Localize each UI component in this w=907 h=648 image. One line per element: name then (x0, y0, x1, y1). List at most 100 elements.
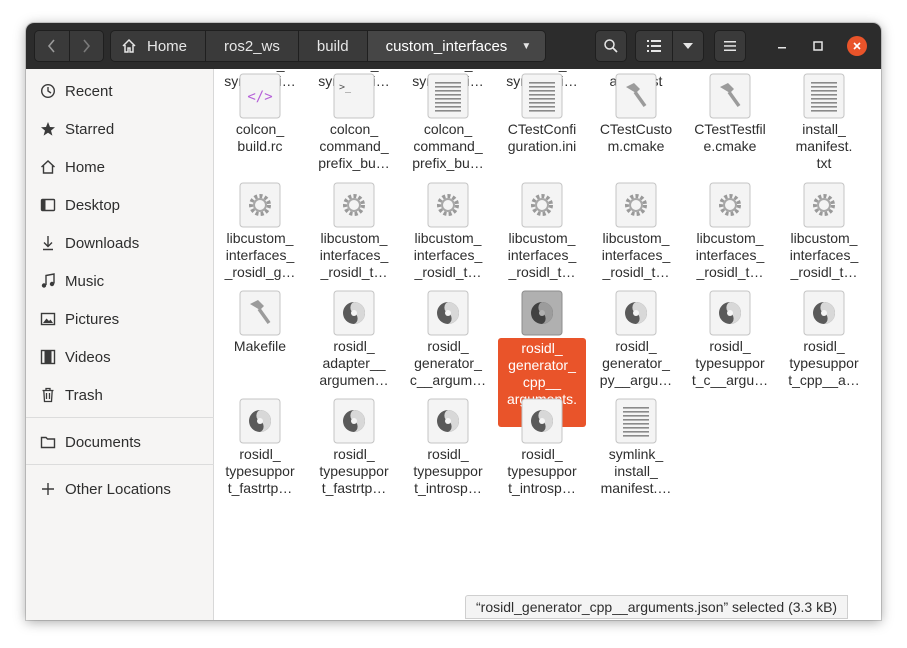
view-dropdown-button[interactable] (672, 31, 703, 61)
sidebar-item-downloads[interactable]: Downloads (26, 225, 214, 261)
close-button[interactable] (847, 36, 867, 56)
breadcrumb-label: ros2_ws (224, 37, 280, 55)
breadcrumb: Home ros2_ws build custom_interfaces ▼ (110, 30, 547, 62)
file-name: libcustom_ interfaces_ _rosidl_t… (789, 230, 859, 280)
json-file-icon (332, 398, 376, 444)
sidebar-item-label: Trash (65, 386, 103, 404)
json-file-icon (426, 398, 470, 444)
home-icon (122, 38, 136, 53)
sidebar-item-desktop[interactable]: Desktop (26, 187, 214, 223)
file-name: libcustom_ interfaces_ _rosidl_t… (507, 230, 577, 280)
header-bar: Home ros2_ws build custom_interfaces ▼ (26, 23, 881, 69)
sidebar-item-videos[interactable]: Videos (26, 339, 214, 375)
breadcrumb-label: build (316, 37, 349, 55)
file-name: rosidl_ typesuppor t_introsp… (413, 446, 483, 496)
sidebar-separator (26, 417, 214, 418)
file-name: colcon_ build.rc (235, 121, 285, 154)
sidebar-item-label: Downloads (65, 234, 140, 252)
text-file-icon (802, 73, 846, 119)
minimize-button[interactable] (772, 36, 792, 56)
gear-file-icon (238, 182, 282, 228)
text-file-icon (426, 73, 470, 119)
svg-text:>_: >_ (339, 82, 352, 93)
breadcrumb-label: Home (147, 37, 188, 55)
gear-file-icon (426, 182, 470, 228)
sidebar-item-home[interactable]: Home (26, 149, 214, 185)
maximize-icon (813, 41, 823, 51)
sidebar-item-label: Documents (65, 433, 141, 451)
file-manager-window: Home ros2_ws build custom_interfaces ▼ R… (26, 23, 881, 620)
back-button[interactable] (35, 31, 69, 61)
file-name: rosidl_ typesuppor t_c__argu… (691, 338, 769, 388)
sidebar-item-trash[interactable]: Trash (26, 377, 214, 413)
sidebar-item-other-locations[interactable]: Other Locations (26, 471, 214, 507)
caret-down-icon (683, 43, 693, 49)
gear-file-icon (614, 182, 658, 228)
plus-icon (40, 481, 56, 497)
code-file-icon: </> (238, 73, 282, 119)
sidebar-item-label: Pictures (65, 310, 120, 328)
music-icon (40, 273, 56, 289)
text-file-icon (614, 398, 658, 444)
videos-icon (40, 349, 56, 365)
star-icon (40, 121, 56, 137)
search-button[interactable] (595, 30, 627, 62)
sidebar-item-music[interactable]: Music (26, 263, 214, 299)
file-name: colcon_ command_ prefix_bu… (318, 121, 390, 171)
file-name: symlink_ install_ manifest.… (600, 446, 672, 496)
caret-down-icon: ▼ (521, 40, 532, 52)
breadcrumb-custom-interfaces[interactable]: custom_interfaces ▼ (367, 31, 546, 61)
file-name: rosidl_ generator_ c__argum… (409, 338, 487, 388)
forward-button[interactable] (68, 31, 103, 61)
file-name: CTestConfi guration.ini (507, 121, 577, 154)
list-view-icon (647, 40, 661, 52)
file-name: CTestTestfil e.cmake (694, 121, 766, 154)
svg-text:</>: </> (247, 89, 272, 105)
sidebar-item-label: Music (65, 272, 105, 290)
hammer-file-icon (708, 73, 752, 119)
breadcrumb-ros2-ws[interactable]: ros2_ws (206, 31, 299, 61)
terminal-file-icon: >_ (332, 73, 376, 119)
file-name: libcustom_ interfaces_ _rosidl_t… (319, 230, 389, 280)
file-name: rosidl_ adapter__ argumen… (319, 338, 389, 388)
menu-button[interactable] (714, 30, 746, 62)
json-file-icon (238, 398, 282, 444)
view-options (635, 30, 704, 62)
json-file-icon (614, 290, 658, 336)
search-icon (604, 39, 618, 53)
file-name: rosidl_ typesuppor t_fastrtp… (225, 446, 295, 496)
hamburger-icon (724, 41, 736, 51)
sidebar-item-label: Starred (65, 120, 115, 138)
navigation-buttons (34, 30, 104, 62)
breadcrumb-home[interactable]: Home (111, 31, 207, 61)
file-name: rosidl_ typesuppor t_introsp… (507, 446, 577, 496)
file-name: libcustom_ interfaces_ _rosidl_t… (601, 230, 671, 280)
sidebar-item-recent[interactable]: Recent (26, 73, 214, 109)
list-view-button[interactable] (636, 31, 672, 61)
sidebar-item-label: Videos (65, 348, 111, 366)
file-name: install_ manifest. txt (795, 121, 853, 171)
sidebar: Recent Starred Home Desktop Downloads Mu… (26, 69, 214, 620)
trash-icon (40, 387, 56, 403)
file-name: rosidl_ typesuppor t_fastrtp… (319, 446, 389, 496)
home-icon (40, 159, 56, 175)
file-name: rosidl_ generator_ py__argu… (599, 338, 673, 388)
file-name: libcustom_ interfaces_ _rosidl_t… (413, 230, 483, 280)
sidebar-item-label: Desktop (65, 196, 121, 214)
json-file-icon (708, 290, 752, 336)
desktop-icon (40, 197, 56, 213)
sidebar-item-label: Other Locations (65, 480, 171, 498)
sidebar-item-pictures[interactable]: Pictures (26, 301, 214, 337)
sidebar-item-documents[interactable]: Documents (26, 424, 214, 460)
sidebar-item-label: Home (65, 158, 106, 176)
sidebar-item-label: Recent (65, 82, 113, 100)
file-name: libcustom_ interfaces_ _rosidl_g… (224, 230, 296, 280)
sidebar-item-starred[interactable]: Starred (26, 111, 214, 147)
maximize-button[interactable] (808, 36, 828, 56)
chevron-right-icon (83, 39, 91, 53)
breadcrumb-build[interactable]: build (298, 31, 368, 61)
folder-icon (40, 434, 56, 450)
gear-file-icon (520, 182, 564, 228)
json-file-icon (520, 398, 564, 444)
breadcrumb-label: custom_interfaces (385, 37, 508, 55)
